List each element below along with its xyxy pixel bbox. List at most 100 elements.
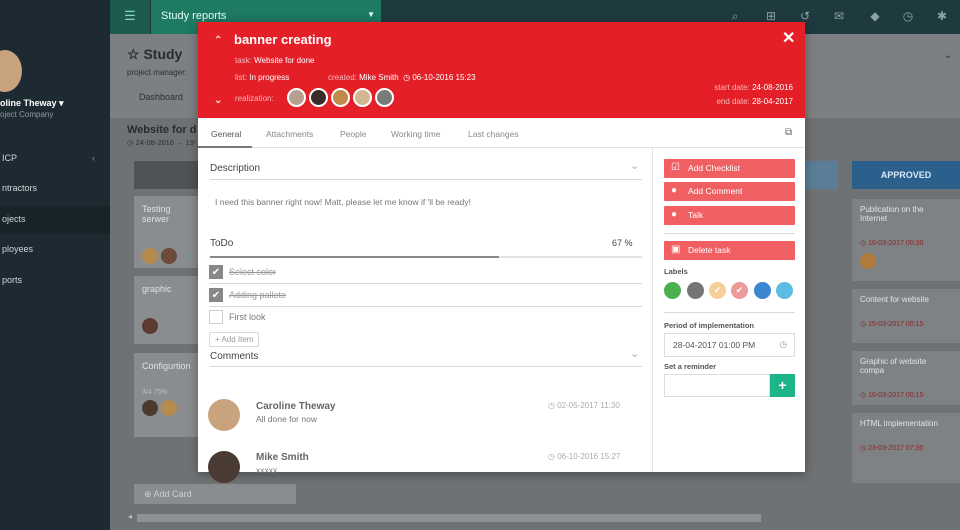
mail-icon[interactable]: ✉: [832, 9, 846, 23]
clock-icon: ◷: [779, 339, 787, 349]
member-avatar[interactable]: [375, 88, 394, 107]
task-card[interactable]: HTML implementation ◷ 23-03-2017 07:30: [852, 413, 960, 483]
modal-main: Description ⌄ I need this banner right n…: [198, 148, 653, 483]
todo-item-label[interactable]: First look: [229, 312, 266, 322]
search-icon[interactable]: ⌕: [728, 9, 742, 23]
column-header: [134, 161, 204, 189]
card-due-date: ◷ 23-03-2017 07:30: [860, 445, 924, 452]
label-color-swatch[interactable]: ✔: [731, 282, 748, 299]
label-color-swatch[interactable]: [664, 282, 681, 299]
chevron-down-icon[interactable]: ⌄: [214, 95, 222, 106]
column-header-approved: APPROVED: [852, 161, 960, 189]
chevron-down-icon[interactable]: ⌄: [944, 50, 952, 61]
delete-task-button[interactable]: ▣ Delete task: [664, 241, 795, 260]
divider: [210, 179, 642, 180]
modal-sidebar: ☑ Add Checklist ● Add Comment ● Talk ▣ Delet…: [654, 148, 805, 472]
clock-icon[interactable]: ◷: [901, 9, 915, 23]
task-modal: ⌃ banner creating ✕ task: Website for do…: [198, 22, 805, 483]
label-color-swatch[interactable]: [687, 282, 704, 299]
sidebar-item-icp[interactable]: ICP ‹: [0, 153, 110, 167]
card-progress: 3/4 75%: [142, 389, 168, 396]
chat-icon[interactable]: ✱: [935, 9, 949, 23]
period-title: Period of implementation: [664, 321, 755, 330]
chevron-down-icon[interactable]: ⌄: [630, 347, 639, 360]
add-icon[interactable]: ⊞: [764, 9, 778, 23]
commenter-avatar: [208, 399, 240, 431]
menu-toggle[interactable]: ☰: [110, 0, 150, 34]
tab-general[interactable]: General: [198, 118, 252, 148]
sidebar-item-reports[interactable]: ports: [0, 275, 110, 289]
label-color-swatch[interactable]: [754, 282, 771, 299]
card-due-date: ◷ 16-03-2017 00:30: [860, 240, 924, 247]
todo-checkbox[interactable]: ✔: [209, 265, 223, 279]
divider: [664, 233, 795, 234]
horizontal-scrollbar[interactable]: [137, 514, 761, 522]
task-card[interactable]: Configurtion 3/4 75%: [134, 353, 202, 437]
tab-people[interactable]: People: [340, 118, 366, 148]
comment-time: ◷ 02-05-2017 11:30: [548, 401, 620, 410]
bell-icon[interactable]: ◆: [868, 9, 882, 23]
label-color-swatch[interactable]: ✔: [709, 282, 726, 299]
project-manager-label: project manager:: [127, 68, 188, 77]
talk-button[interactable]: ● Talk: [664, 206, 795, 225]
card-title: Configurtion: [142, 361, 191, 371]
member-avatar[interactable]: [353, 88, 372, 107]
todo-checkbox[interactable]: [209, 310, 223, 324]
todo-progress-fill: [210, 256, 500, 258]
member-avatar[interactable]: [309, 88, 328, 107]
card-title: Publication on the Internet: [860, 205, 924, 223]
task-card[interactable]: Publication on the Internet ◷ 16-03-2017…: [852, 199, 960, 281]
todo-item-label[interactable]: Select color: [229, 267, 276, 277]
task-card[interactable]: Graphic of website compa ◷ 16-03-2017 00…: [852, 351, 960, 405]
task-parent: task: Website for done: [235, 56, 315, 65]
label-color-swatch[interactable]: [776, 282, 793, 299]
history-icon[interactable]: ↺: [798, 9, 812, 23]
list-title: Website for d: [127, 124, 197, 136]
scroll-left-icon[interactable]: ◂: [128, 512, 132, 521]
divider: [210, 366, 642, 367]
labels-title: Labels: [664, 267, 688, 276]
reminder-input[interactable]: [664, 374, 770, 397]
comment-text: xxxxx: [256, 465, 278, 475]
card-title: graphic: [142, 284, 172, 294]
comment-author: Caroline Theway: [256, 401, 336, 412]
description-text[interactable]: I need this banner right now! Matt, plea…: [215, 197, 471, 207]
task-card[interactable]: graphic: [134, 276, 202, 344]
member-avatar[interactable]: [287, 88, 306, 107]
close-button[interactable]: ✕: [782, 28, 795, 48]
copy-icon[interactable]: ⧉: [785, 127, 792, 138]
chevron-up-icon[interactable]: ⌃: [214, 35, 222, 46]
sidebar-user-name[interactable]: oline Theway ▾: [0, 98, 64, 109]
member-avatar: [142, 248, 158, 264]
add-comment-button[interactable]: ● Add Comment: [664, 182, 795, 201]
divider: [210, 306, 642, 307]
card-title: Content for website: [860, 295, 929, 304]
chevron-down-icon[interactable]: ⌄: [630, 159, 639, 172]
task-card[interactable]: Testing serwer: [134, 196, 202, 268]
sidebar-user-company: oject Company: [0, 110, 54, 119]
add-item-button[interactable]: + Add Item: [209, 332, 260, 347]
period-date-input[interactable]: 28-04-2017 01:00 PM ◷: [664, 333, 795, 357]
sidebar-item-employees[interactable]: ployees: [0, 244, 110, 258]
list-dates: ◷ 24-08-2016 → 19-: [127, 138, 197, 147]
todo-percent: 67 %: [612, 238, 633, 248]
sidebar-item-projects[interactable]: ojects: [0, 206, 110, 234]
todo-checkbox[interactable]: ✔: [209, 288, 223, 302]
chat-icon: ●: [671, 209, 678, 220]
tab-attachments[interactable]: Attachments: [266, 118, 313, 148]
tab-last-changes[interactable]: Last changes: [468, 118, 519, 148]
reminder-title: Set a reminder: [664, 362, 717, 371]
comment-author: Mike Smith: [256, 452, 309, 463]
add-reminder-button[interactable]: +: [770, 374, 795, 397]
tab-dashboard[interactable]: Dashboard: [139, 92, 183, 102]
divider: [210, 283, 642, 284]
member-avatar[interactable]: [331, 88, 350, 107]
add-checklist-button[interactable]: ☑ Add Checklist: [664, 159, 795, 178]
todo-progress: [210, 256, 642, 258]
modal-tabs: General Attachments People Working time …: [198, 118, 805, 148]
task-card[interactable]: Content for website ◷ 15-03-2017 00:15: [852, 289, 960, 343]
tab-working-time[interactable]: Working time: [391, 118, 440, 148]
todo-item-label[interactable]: Adding pallete: [229, 290, 286, 300]
sidebar-item-contractors[interactable]: ntractors: [0, 183, 110, 197]
add-card-button[interactable]: ⊕ Add Card: [134, 484, 296, 504]
